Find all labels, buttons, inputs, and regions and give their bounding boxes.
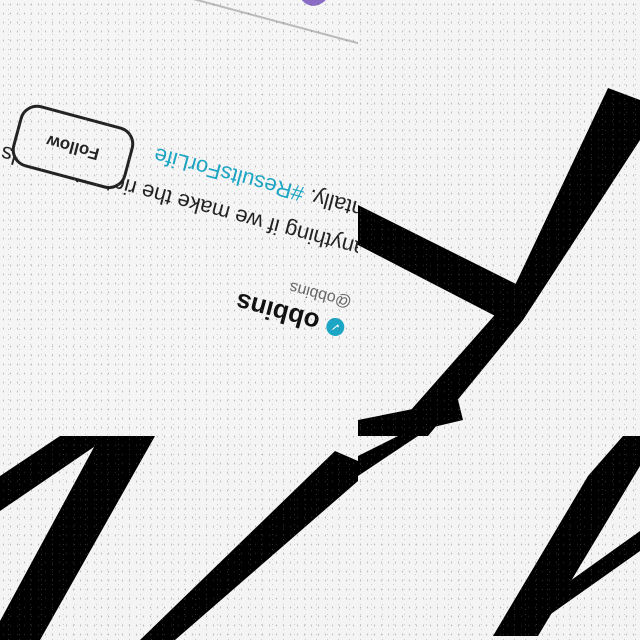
tweet-card: ✓ obbins @obbins anything if we make the… <box>0 0 358 436</box>
emoji-row <box>251 0 337 10</box>
embedded-card-border <box>97 0 358 60</box>
stroke-tile-bottom-right <box>358 436 640 640</box>
stroke-graphic <box>358 88 640 436</box>
stroke-graphic <box>0 436 358 640</box>
stroke-shape <box>358 400 463 436</box>
stroke-tile-top-right <box>358 0 640 436</box>
tweet-tile: ✓ obbins @obbins anything if we make the… <box>0 0 358 436</box>
purple-emoji-icon <box>293 0 337 10</box>
stroke-shape <box>358 436 418 476</box>
stroke-shape <box>358 205 518 320</box>
verified-icon: ✓ <box>324 316 347 339</box>
stroke-graphic <box>358 436 640 636</box>
stroke-tile-bottom-left <box>0 436 358 640</box>
stroke-shape <box>493 436 640 636</box>
stroke-shape <box>140 451 358 640</box>
